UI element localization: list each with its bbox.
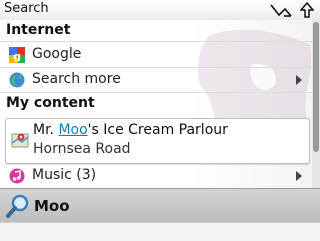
chevron-right-icon <box>296 75 302 85</box>
search-icon <box>5 193 31 223</box>
status-bar: Search <box>0 0 320 21</box>
svg-text:g: g <box>13 50 21 63</box>
list-item-label: Google <box>32 46 82 62</box>
search-input[interactable] <box>34 195 310 217</box>
map-pin-icon <box>11 131 29 149</box>
globe-icon <box>9 72 25 88</box>
section-internet: Internet <box>6 22 71 38</box>
chevron-right-icon <box>296 171 302 181</box>
result-card[interactable]: Mr. Moo's Ice Cream Parlour Hornsea Road <box>5 118 310 164</box>
softkey-bar <box>0 222 320 241</box>
scrollbar[interactable] <box>312 20 320 188</box>
up-arrow-icon[interactable] <box>299 1 315 22</box>
list-item-label: Music (3) <box>32 167 97 183</box>
list-item-label: Search more <box>32 71 121 87</box>
result-address: Hornsea Road <box>33 141 131 157</box>
app-title: Search <box>4 1 49 16</box>
result-title: Mr. Moo's Ice Cream Parlour <box>33 122 228 138</box>
list-item-search-more[interactable]: Search more <box>0 68 310 92</box>
search-bar <box>0 188 320 223</box>
search-highlight: Moo <box>58 122 88 138</box>
results-list: Internet g Google Search more My content <box>0 20 320 188</box>
google-icon: g <box>9 47 25 63</box>
section-my-content: My content <box>6 95 95 111</box>
list-item-google[interactable]: g Google <box>0 43 310 67</box>
music-note-icon <box>9 168 25 184</box>
scrollbar-thumb[interactable] <box>313 22 319 152</box>
list-item-music[interactable]: Music (3) <box>0 164 310 188</box>
